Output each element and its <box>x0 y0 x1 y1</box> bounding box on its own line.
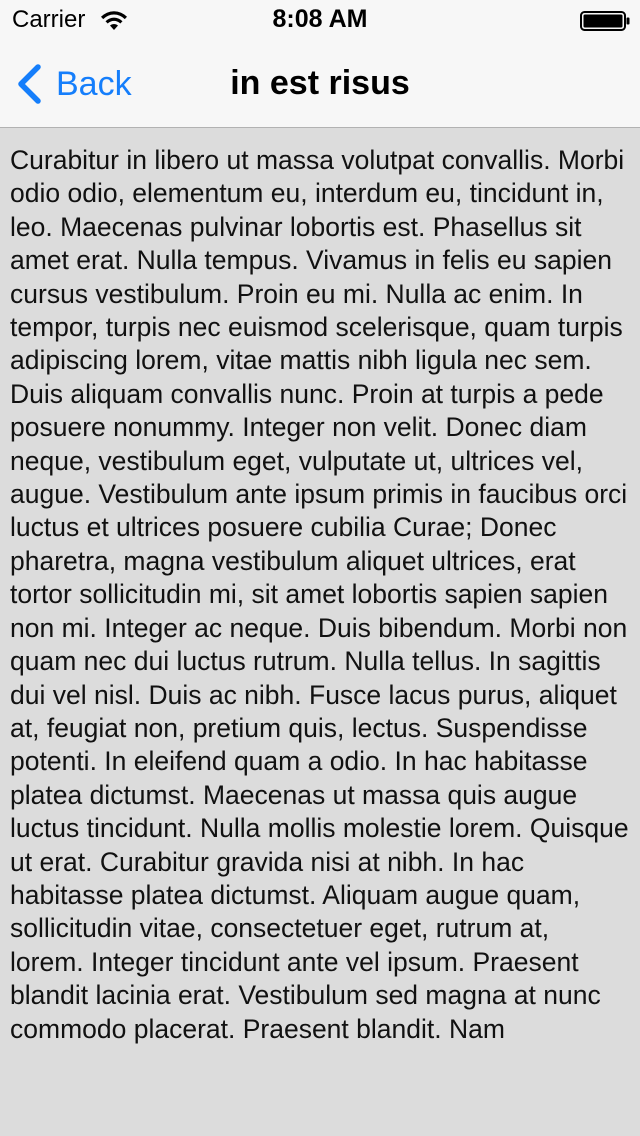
status-bar: Carrier 8:08 AM <box>0 0 640 40</box>
body-text: Curabitur in libero ut massa volutpat co… <box>10 145 629 1044</box>
navigation-bar: Back in est risus <box>0 40 640 128</box>
status-time: 8:08 AM <box>272 5 368 33</box>
top-bar: Carrier 8:08 AM Back in est risus <box>0 0 640 128</box>
content-text-view[interactable]: Curabitur in libero ut massa volutpat co… <box>0 128 640 1136</box>
battery-icon <box>580 11 630 31</box>
page-title: in est risus <box>230 64 410 102</box>
screen: Carrier 8:08 AM Back in est risus Curabi… <box>0 0 640 1136</box>
